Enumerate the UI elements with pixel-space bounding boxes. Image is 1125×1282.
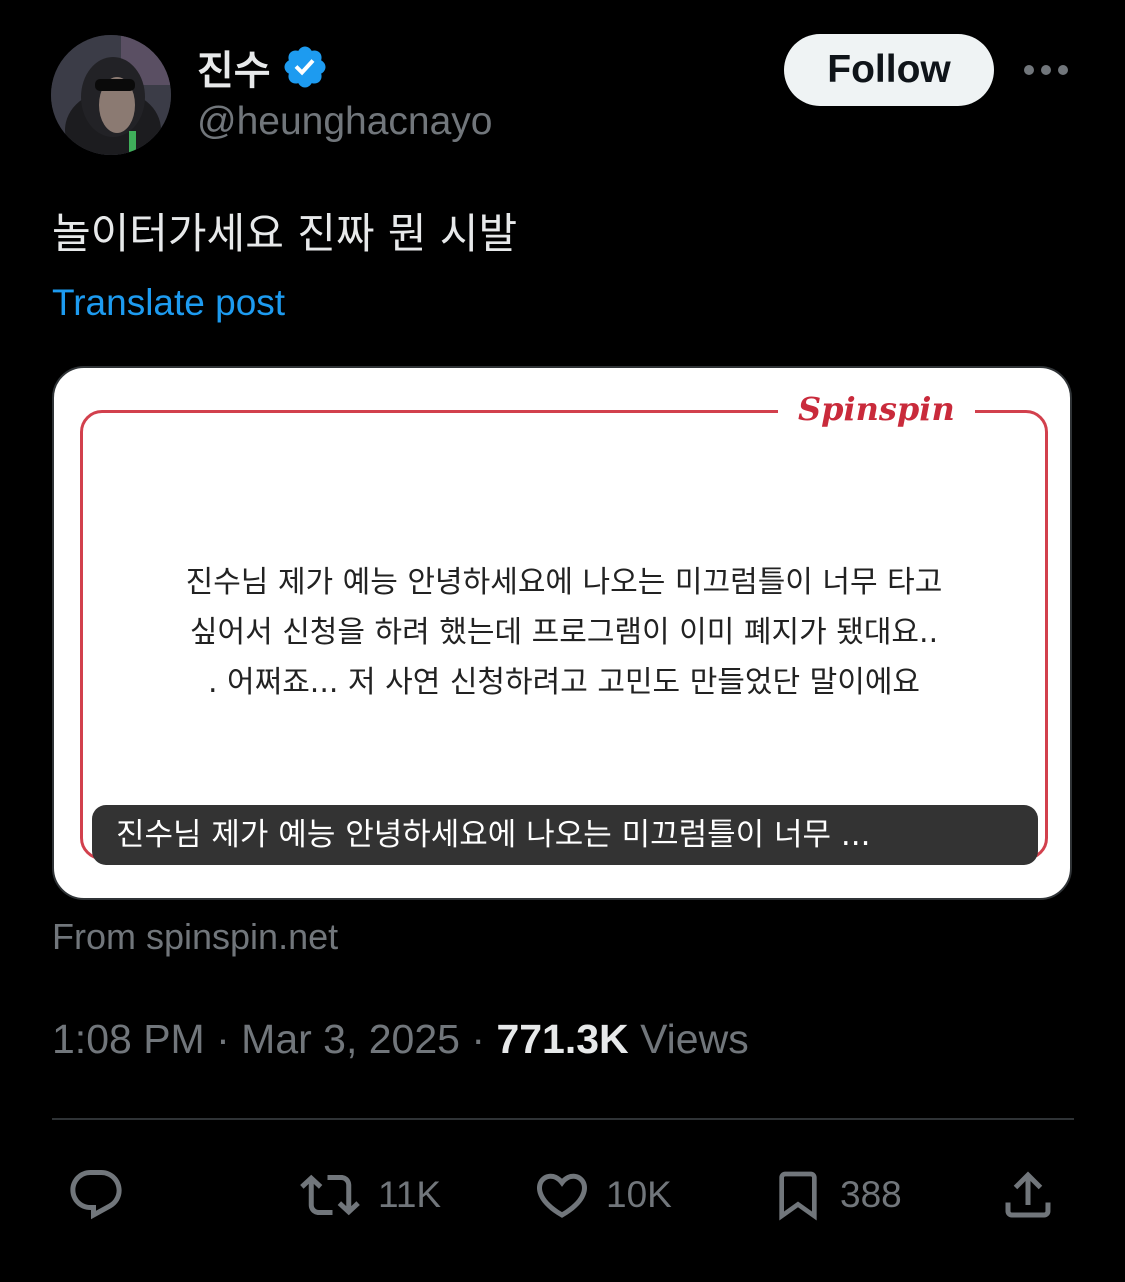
more-icon <box>1024 65 1068 75</box>
tweet-time[interactable]: 1:08 PM <box>52 1016 205 1062</box>
views-count: 771.3K <box>496 1016 629 1062</box>
views-label: Views <box>640 1016 749 1062</box>
tweet-text: 놀이터가세요 진짜 뭔 시발 <box>52 209 518 258</box>
author-handle[interactable]: @heunghacnayo <box>197 100 493 144</box>
card-caption: 진수님 제가 예능 안녕하세요에 나오는 미끄럼틀이 너무 ... <box>92 805 1038 865</box>
more-options-button[interactable] <box>1020 52 1072 88</box>
divider <box>52 1118 1074 1120</box>
reply-button[interactable] <box>66 1150 126 1240</box>
card-body-text: 진수님 제가 예능 안녕하세요에 나오는 미끄럼틀이 너무 타고 싶어서 신청을… <box>124 558 1004 708</box>
reply-icon <box>70 1170 122 1220</box>
heart-icon <box>536 1173 588 1218</box>
like-count: 10K <box>606 1174 672 1215</box>
action-bar: 11K 10K 388 <box>52 1150 1074 1240</box>
card-body-line: . 어쩌죠... 저 사연 신청하려고 고민도 만들었단 말이에요 <box>207 665 921 700</box>
card-body-line: 싶어서 신청을 하려 했는데 프로그램이 이미 폐지가 됐대요.. <box>189 615 939 650</box>
card-logo: Spinspin <box>778 390 975 428</box>
share-button[interactable] <box>998 1150 1058 1240</box>
verified-badge-icon <box>284 46 326 88</box>
link-card[interactable]: Spinspin 진수님 제가 예능 안녕하세요에 나오는 미끄럼틀이 너무 타… <box>52 366 1072 900</box>
like-button[interactable]: 10K <box>532 1150 672 1240</box>
follow-button[interactable]: Follow <box>784 34 994 106</box>
author-name-row: 진수 <box>197 38 329 96</box>
avatar[interactable] <box>51 35 171 155</box>
tweet-meta: 1:08 PM · Mar 3, 2025 · 771.3K Views <box>52 1016 749 1063</box>
display-name[interactable]: 진수 <box>197 38 271 96</box>
retweet-count: 11K <box>378 1174 442 1215</box>
share-icon <box>1005 1171 1051 1218</box>
card-source[interactable]: From spinspin.net <box>52 916 338 958</box>
bookmark-icon <box>779 1171 817 1221</box>
retweet-button[interactable]: 11K <box>296 1150 441 1240</box>
bookmark-count: 388 <box>840 1174 902 1215</box>
retweet-icon <box>300 1174 360 1216</box>
avatar-image <box>51 35 171 155</box>
bookmark-button[interactable]: 388 <box>770 1150 902 1240</box>
meta-separator: · <box>471 1016 486 1062</box>
card-body-line: 진수님 제가 예능 안녕하세요에 나오는 미끄럼틀이 너무 타고 <box>185 565 943 600</box>
tweet-date[interactable]: Mar 3, 2025 <box>241 1016 460 1062</box>
translate-post-link[interactable]: Translate post <box>52 282 285 324</box>
meta-separator: · <box>216 1016 230 1062</box>
